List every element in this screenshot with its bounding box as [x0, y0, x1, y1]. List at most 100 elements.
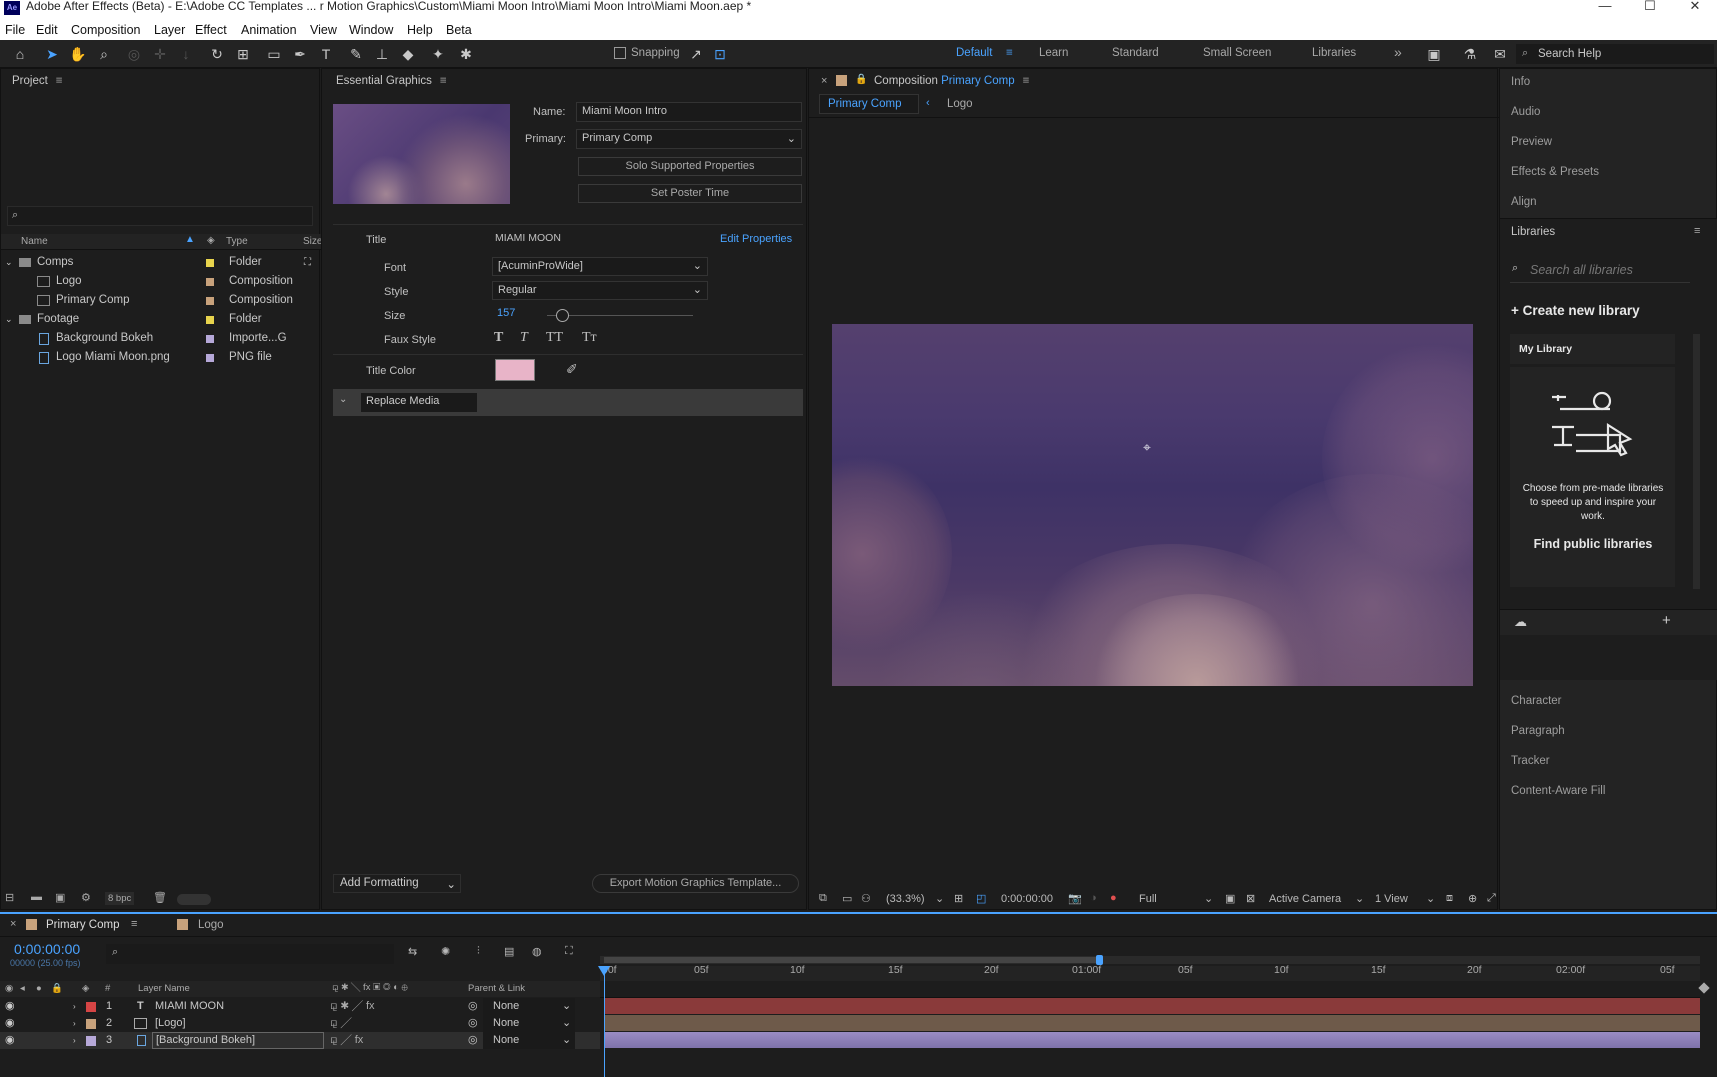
selection-tool-icon[interactable]: ➤ [42, 44, 62, 64]
panel-character[interactable]: Character [1511, 695, 1562, 707]
time-ruler[interactable] [600, 966, 1700, 981]
label-swatch[interactable] [206, 335, 214, 343]
project-panel-title[interactable]: Project ≡ [12, 75, 63, 87]
frame-blending-icon[interactable]: ⫶ [477, 945, 480, 958]
menu-help[interactable]: Help [407, 23, 433, 37]
col-type[interactable]: Type [226, 236, 248, 247]
work-area-range[interactable] [604, 957, 1100, 963]
layer-name[interactable]: MIAMI MOON [155, 998, 224, 1015]
anchor-point-icon[interactable]: ⌖ [1143, 439, 1151, 456]
project-item[interactable]: Logo Composition [1, 272, 321, 291]
eye-icon[interactable]: ◉ [5, 1015, 15, 1032]
new-folder-icon[interactable]: ▬ [31, 891, 42, 903]
close-button[interactable]: ✕ [1675, 0, 1715, 18]
label-swatch[interactable] [86, 1002, 96, 1012]
menu-icon[interactable]: ≡ [440, 75, 447, 87]
zoom-tool-icon[interactable]: ⌕ [94, 44, 114, 64]
essential-graphics-title[interactable]: Essential Graphics ≡ [336, 75, 447, 87]
size-slider-handle[interactable] [556, 309, 569, 322]
font-select[interactable]: [AcuminProWide] ⌄ [492, 257, 708, 276]
current-timecode[interactable]: 0:00:00:00 [14, 941, 80, 957]
comp-marker-bin-icon[interactable] [1698, 982, 1710, 994]
orbit-tool-icon[interactable]: ◎ [124, 44, 144, 64]
home-icon[interactable]: ⌂ [10, 44, 30, 64]
label-swatch[interactable] [206, 259, 214, 267]
flowchart-icon[interactable]: ⊕ [1468, 892, 1477, 905]
tab-primary-comp[interactable]: Primary Comp [46, 919, 119, 931]
maximize-button[interactable]: ☐ [1630, 0, 1670, 18]
shy-icon[interactable]: ⇆ [408, 945, 417, 958]
title-property-value[interactable]: MIAMI MOON [495, 232, 561, 244]
add-formatting-select[interactable]: Add Formatting ⌄ [333, 874, 461, 893]
display-icon[interactable]: ▣ [1424, 44, 1444, 64]
trash-icon[interactable]: 🗑 [153, 891, 167, 904]
col-name[interactable]: Name [21, 236, 48, 247]
col-parent-link[interactable]: Parent & Link [468, 983, 525, 994]
label-swatch[interactable] [206, 316, 214, 324]
fast-preview-icon[interactable]: ⊠ [1246, 892, 1255, 905]
composition-flowchart-icon[interactable]: ⛶ [565, 945, 573, 958]
layer-switches[interactable]: ⚼ ✱ ╱ fx [330, 998, 375, 1015]
pen-tool-icon[interactable]: ✒ [290, 44, 310, 64]
playhead-line[interactable] [604, 974, 605, 1077]
layer-switches[interactable]: ⚼ ╱ [330, 1015, 352, 1032]
flowchart-icon[interactable]: ⛶ [304, 253, 311, 272]
parent-pickwhip-icon[interactable]: ◎ [468, 1032, 478, 1049]
project-item[interactable]: Logo Miami Moon.png PNG file [1, 348, 321, 367]
snapshot-icon[interactable]: 📷 [1068, 892, 1082, 905]
transparency-grid-icon[interactable]: ▣ [1225, 892, 1235, 905]
my-library-item[interactable]: My Library [1510, 334, 1675, 364]
libraries-title[interactable]: Libraries [1511, 226, 1555, 238]
workspace-learn[interactable]: Learn [1039, 47, 1068, 59]
export-mogrt-button[interactable]: Export Motion Graphics Template... [592, 874, 799, 893]
project-item[interactable]: ⌄ Footage Folder [1, 310, 321, 329]
video-toggle-icon[interactable]: ◉ [5, 983, 13, 994]
always-preview-icon[interactable]: ⧉ [819, 892, 827, 905]
project-search-input[interactable]: ⌕ [7, 206, 313, 226]
draft-3d-icon[interactable]: ✺ [441, 945, 450, 958]
panel-info[interactable]: Info [1511, 76, 1530, 88]
thumbnail-slider[interactable] [177, 894, 211, 905]
layer-switches[interactable]: ⚼ ╱ fx [330, 1032, 363, 1049]
label-swatch[interactable] [86, 1036, 96, 1046]
expand-icon[interactable]: › [73, 1032, 76, 1049]
snap-options-icon[interactable]: ⊡ [710, 44, 730, 64]
puppet-tool-icon[interactable]: ✱ [456, 44, 476, 64]
bpc-button[interactable]: 8 bpc [105, 892, 135, 905]
eye-icon[interactable]: ◉ [5, 1032, 15, 1049]
libraries-scrollbar[interactable] [1693, 334, 1700, 589]
close-icon[interactable]: × [10, 918, 16, 930]
snap-icon[interactable]: ↗ [686, 44, 706, 64]
project-item[interactable]: ⌄ Comps Folder ⛶ [1, 253, 321, 272]
region-icon[interactable]: ◰ [976, 892, 986, 905]
mask-visibility-icon[interactable]: ⚇ [861, 892, 871, 905]
snapping-checkbox[interactable] [614, 47, 626, 59]
interpret-footage-icon[interactable]: ⊟ [5, 891, 14, 904]
motion-blur-icon[interactable]: ▤ [504, 945, 514, 958]
rectangle-tool-icon[interactable]: ▭ [264, 44, 284, 64]
fit-icon[interactable]: ⊞ [954, 892, 963, 905]
stamp-tool-icon[interactable]: ⊥ [372, 44, 392, 64]
timeline-search-input[interactable]: ⌕ [106, 944, 394, 964]
monitor-icon[interactable]: ▭ [842, 892, 852, 905]
resolution-select[interactable]: Full [1139, 893, 1157, 905]
solo-icon[interactable]: ● [36, 983, 42, 994]
rotate-tool-icon[interactable]: ↻ [207, 44, 227, 64]
lock-icon[interactable]: 🔒 [855, 74, 867, 85]
settings-icon[interactable]: ⚙ [81, 891, 91, 904]
expand-icon[interactable]: › [73, 1015, 76, 1032]
camera-select[interactable]: Active Camera [1269, 893, 1341, 905]
playhead-handle[interactable] [598, 966, 610, 976]
menu-beta[interactable]: Beta [446, 23, 472, 37]
expand-icon[interactable]: › [73, 998, 76, 1015]
more-workspaces-icon[interactable]: » [1394, 44, 1402, 60]
workspace-default[interactable]: Default [956, 47, 992, 59]
panel-effects-presets[interactable]: Effects & Presets [1511, 166, 1599, 178]
find-public-libraries-link[interactable]: Find public libraries [1518, 537, 1668, 551]
layer-bar-background-bokeh[interactable] [604, 1032, 1700, 1048]
edit-properties-link[interactable]: Edit Properties [720, 233, 792, 245]
close-icon[interactable]: × [821, 75, 827, 87]
title-color-swatch[interactable] [495, 359, 535, 381]
menu-icon[interactable]: ≡ [131, 918, 137, 930]
menu-file[interactable]: File [5, 23, 25, 37]
